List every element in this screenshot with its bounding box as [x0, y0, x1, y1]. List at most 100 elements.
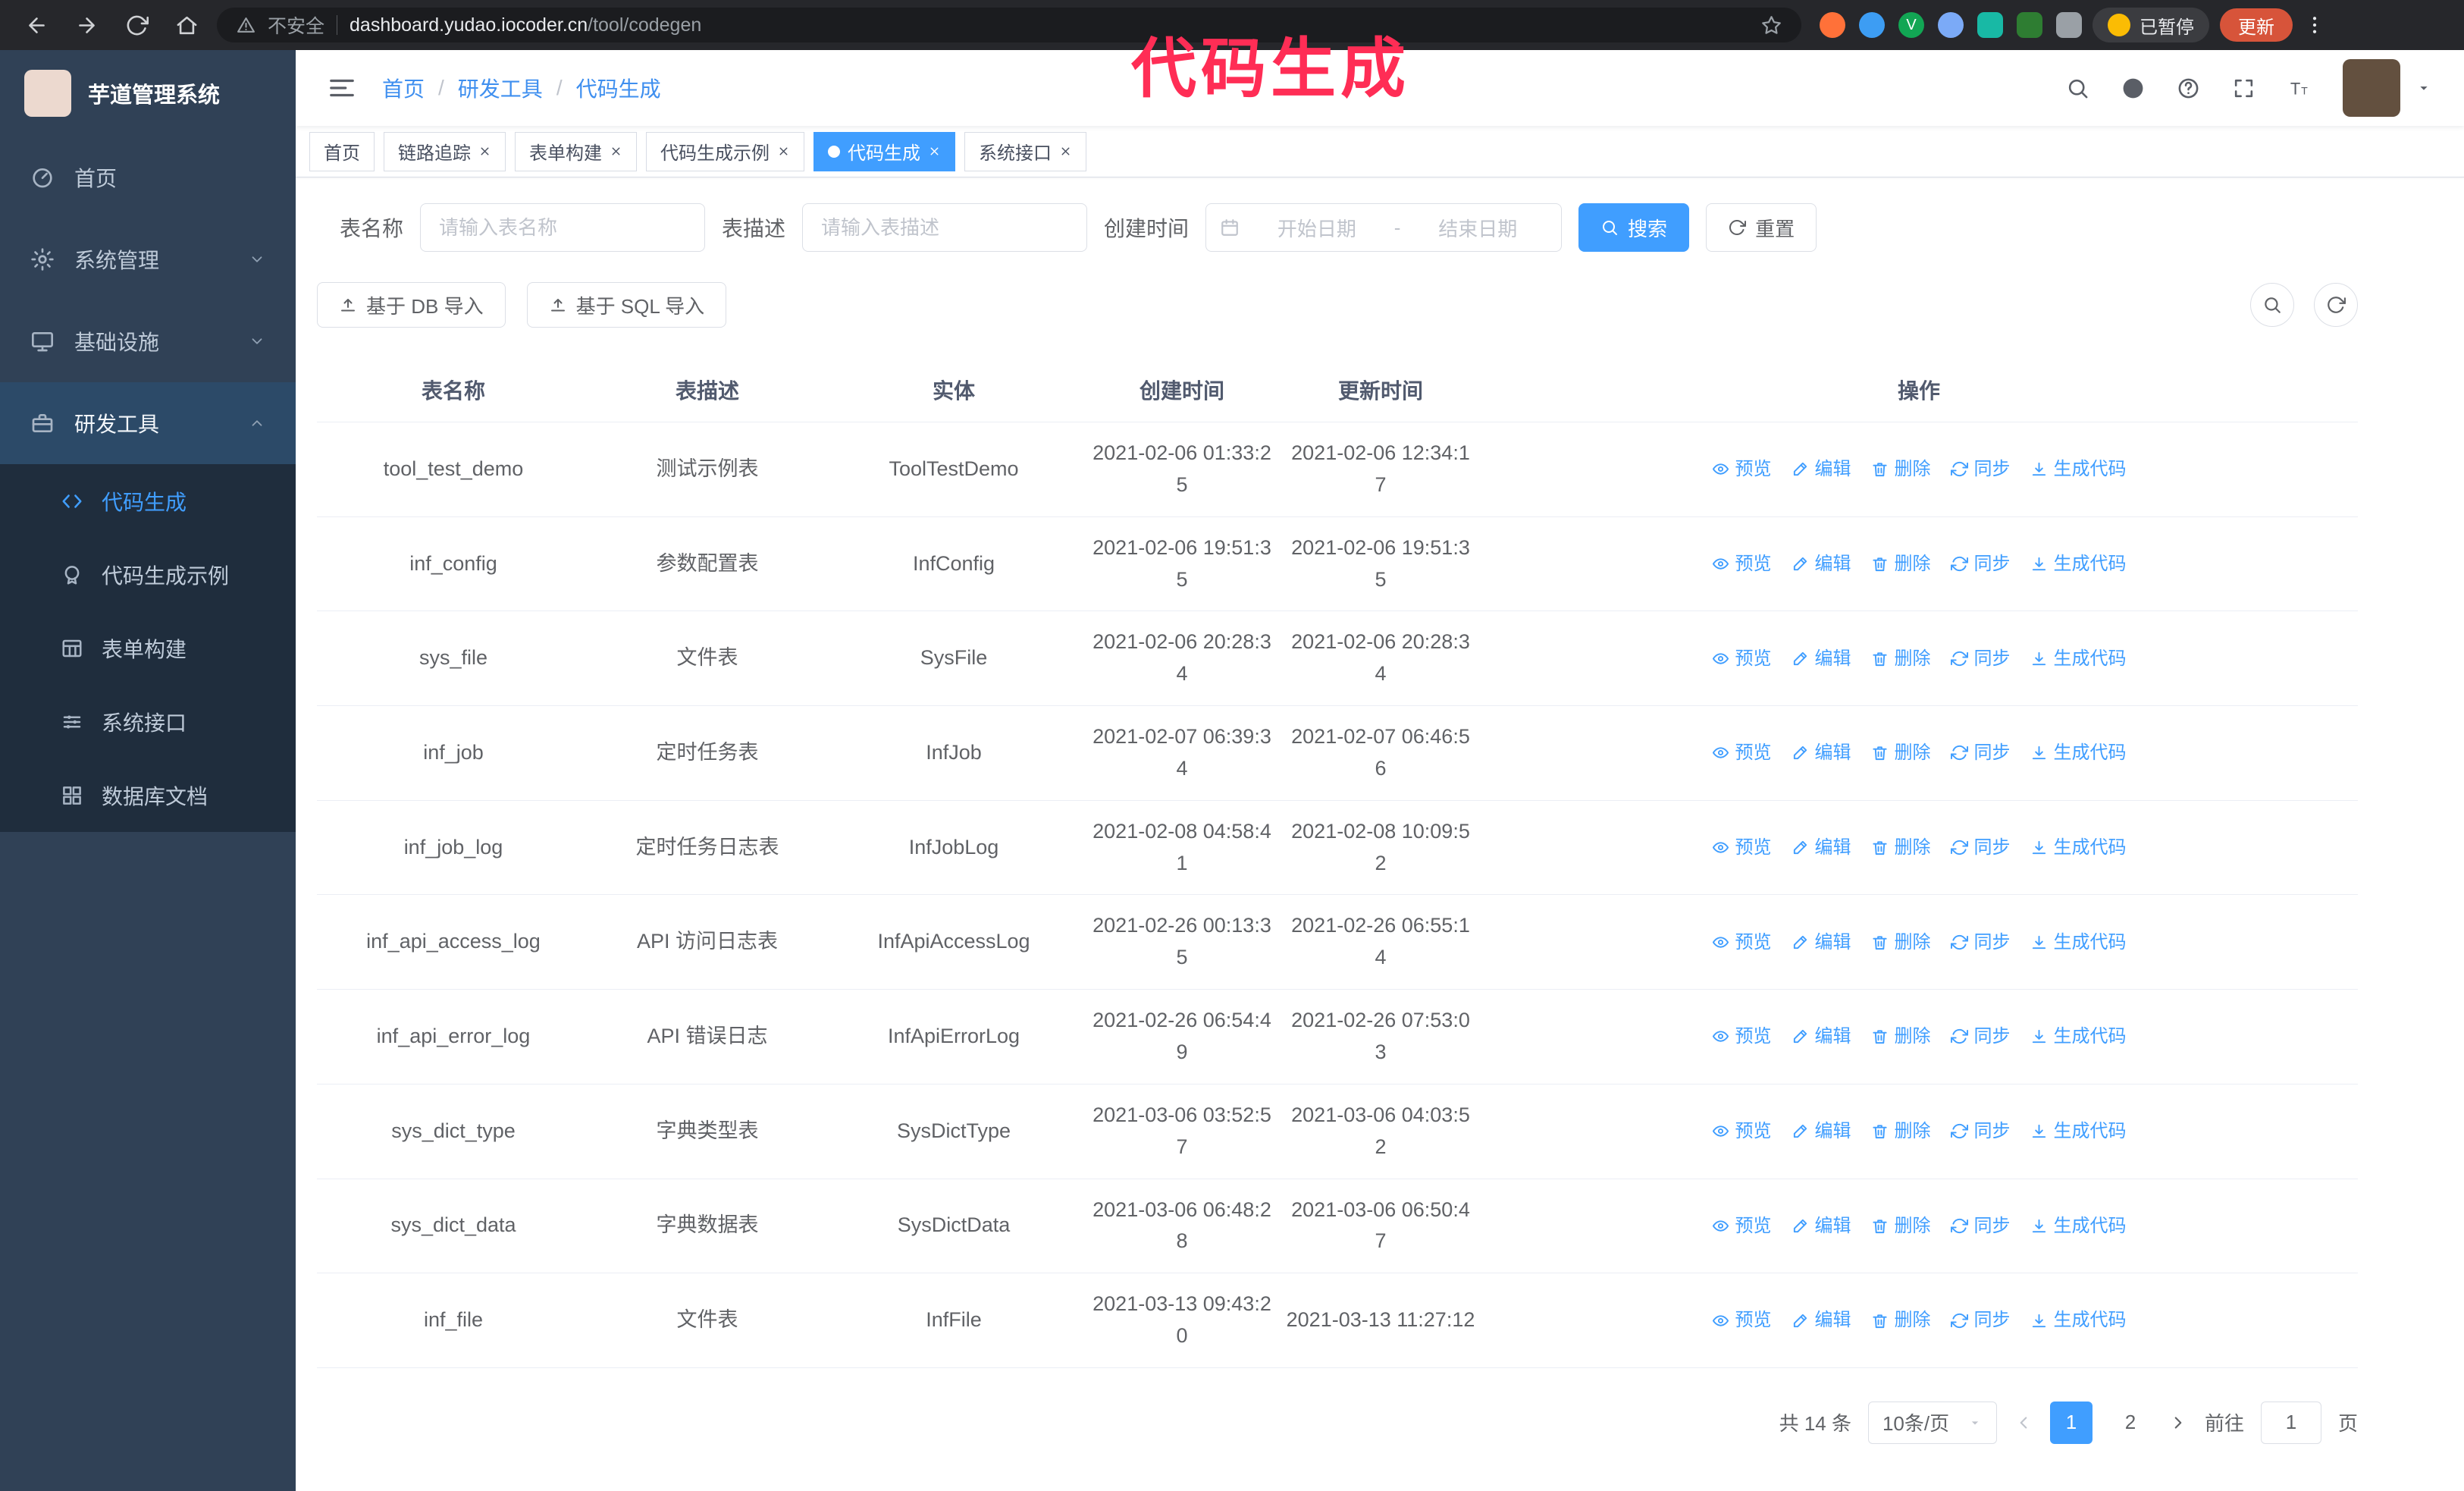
extension-icon[interactable]	[2017, 12, 2042, 38]
tab-codegen-example[interactable]: 代码生成示例	[646, 131, 804, 171]
extension-icon[interactable]	[2056, 12, 2082, 38]
action-trash[interactable]: 删除	[1871, 645, 1931, 673]
extension-icon[interactable]	[1820, 12, 1845, 38]
sidebar-item-home[interactable]: 首页	[0, 137, 296, 218]
toggle-search-button[interactable]	[2250, 283, 2294, 327]
close-icon[interactable]	[928, 145, 941, 158]
table-desc-input[interactable]	[802, 203, 1088, 252]
sidebar-item-codegen-example[interactable]: 代码生成示例	[0, 538, 296, 611]
action-sync[interactable]: 同步	[1950, 645, 2011, 673]
date-range-picker[interactable]: 开始日期 - 结束日期	[1205, 203, 1563, 252]
caret-down-icon[interactable]	[2415, 80, 2432, 96]
action-edit[interactable]: 编辑	[1792, 833, 1851, 862]
action-trash[interactable]: 删除	[1871, 1212, 1931, 1240]
action-edit[interactable]: 编辑	[1792, 455, 1851, 483]
action-download[interactable]: 生成代码	[2030, 645, 2127, 673]
action-eye[interactable]: 预览	[1712, 1306, 1772, 1334]
sidebar-item-codegen[interactable]: 代码生成	[0, 464, 296, 538]
action-sync[interactable]: 同步	[1950, 1022, 2011, 1050]
user-avatar[interactable]	[2343, 59, 2400, 117]
extension-icon[interactable]	[1859, 12, 1885, 38]
help-icon[interactable]	[2177, 77, 2200, 100]
action-edit[interactable]: 编辑	[1792, 1022, 1851, 1050]
action-eye[interactable]: 预览	[1712, 550, 1772, 578]
sidebar-item-db-doc[interactable]: 数据库文档	[0, 758, 296, 832]
action-edit[interactable]: 编辑	[1792, 645, 1851, 673]
back-icon[interactable]	[17, 5, 56, 45]
close-icon[interactable]	[610, 145, 622, 158]
action-sync[interactable]: 同步	[1950, 550, 2011, 578]
search-icon[interactable]	[2066, 77, 2089, 100]
tab-home[interactable]: 首页	[309, 131, 375, 171]
action-sync[interactable]: 同步	[1950, 1117, 2011, 1145]
action-edit[interactable]: 编辑	[1792, 928, 1851, 956]
action-eye[interactable]: 预览	[1712, 1022, 1772, 1050]
sidebar-item-devtools[interactable]: 研发工具	[0, 382, 296, 464]
action-trash[interactable]: 删除	[1871, 928, 1931, 956]
action-sync[interactable]: 同步	[1950, 928, 2011, 956]
action-eye[interactable]: 预览	[1712, 739, 1772, 767]
action-eye[interactable]: 预览	[1712, 1212, 1772, 1240]
action-eye[interactable]: 预览	[1712, 645, 1772, 673]
github-icon[interactable]	[2121, 77, 2145, 100]
action-download[interactable]: 生成代码	[2030, 1022, 2127, 1050]
action-trash[interactable]: 删除	[1871, 739, 1931, 767]
table-name-input[interactable]	[420, 203, 706, 252]
sidebar-item-form-builder[interactable]: 表单构建	[0, 611, 296, 685]
action-edit[interactable]: 编辑	[1792, 550, 1851, 578]
action-sync[interactable]: 同步	[1950, 455, 2011, 483]
hamburger-icon[interactable]	[328, 74, 356, 102]
extension-icon[interactable]	[1977, 12, 2003, 38]
close-icon[interactable]	[478, 145, 491, 158]
sidebar-item-system-api[interactable]: 系统接口	[0, 685, 296, 758]
action-download[interactable]: 生成代码	[2030, 833, 2127, 862]
action-edit[interactable]: 编辑	[1792, 1212, 1851, 1240]
action-download[interactable]: 生成代码	[2030, 550, 2127, 578]
close-icon[interactable]	[777, 145, 790, 158]
browser-menu-icon[interactable]	[2303, 14, 2326, 36]
home-icon[interactable]	[167, 5, 206, 45]
action-sync[interactable]: 同步	[1950, 739, 2011, 767]
reset-button[interactable]: 重置	[1706, 203, 1817, 252]
action-download[interactable]: 生成代码	[2030, 1306, 2127, 1334]
tab-codegen[interactable]: 代码生成	[813, 131, 955, 171]
action-edit[interactable]: 编辑	[1792, 739, 1851, 767]
action-download[interactable]: 生成代码	[2030, 1117, 2127, 1145]
bookmark-star-icon[interactable]	[1761, 15, 1782, 36]
extension-icon[interactable]	[1938, 12, 1964, 38]
import-sql-button[interactable]: 基于 SQL 导入	[526, 282, 727, 328]
action-trash[interactable]: 删除	[1871, 1117, 1931, 1145]
close-icon[interactable]	[1059, 145, 1072, 158]
forward-icon[interactable]	[67, 5, 106, 45]
action-download[interactable]: 生成代码	[2030, 928, 2127, 956]
refresh-button[interactable]	[2314, 283, 2358, 327]
tab-tracing[interactable]: 链路追踪	[384, 131, 506, 171]
action-trash[interactable]: 删除	[1871, 833, 1931, 862]
action-sync[interactable]: 同步	[1950, 833, 2011, 862]
address-bar[interactable]: 不安全 dashboard.yudao.iocoder.cn/tool/code…	[217, 8, 1801, 42]
extension-icon[interactable]: V	[1898, 12, 1924, 38]
update-button[interactable]: 更新	[2220, 8, 2293, 42]
action-sync[interactable]: 同步	[1950, 1306, 2011, 1334]
goto-page-input[interactable]	[2260, 1401, 2321, 1444]
prev-page-button[interactable]	[2014, 1413, 2033, 1433]
tab-form-builder[interactable]: 表单构建	[515, 131, 637, 171]
page-2-button[interactable]: 2	[2109, 1402, 2152, 1444]
action-eye[interactable]: 预览	[1712, 455, 1772, 483]
action-edit[interactable]: 编辑	[1792, 1117, 1851, 1145]
action-download[interactable]: 生成代码	[2030, 739, 2127, 767]
import-db-button[interactable]: 基于 DB 导入	[317, 282, 506, 328]
action-eye[interactable]: 预览	[1712, 1117, 1772, 1145]
fontsize-icon[interactable]: TT	[2287, 77, 2311, 100]
action-trash[interactable]: 删除	[1871, 550, 1931, 578]
tab-system-api[interactable]: 系统接口	[964, 131, 1086, 171]
action-eye[interactable]: 预览	[1712, 833, 1772, 862]
action-download[interactable]: 生成代码	[2030, 455, 2127, 483]
breadcrumb-devtools[interactable]: 研发工具	[458, 73, 543, 103]
page-size-select[interactable]: 10条/页	[1867, 1401, 1997, 1444]
fullscreen-icon[interactable]	[2232, 77, 2256, 100]
next-page-button[interactable]	[2168, 1413, 2188, 1433]
action-sync[interactable]: 同步	[1950, 1212, 2011, 1240]
sidebar-item-system[interactable]: 系统管理	[0, 218, 296, 300]
action-eye[interactable]: 预览	[1712, 928, 1772, 956]
